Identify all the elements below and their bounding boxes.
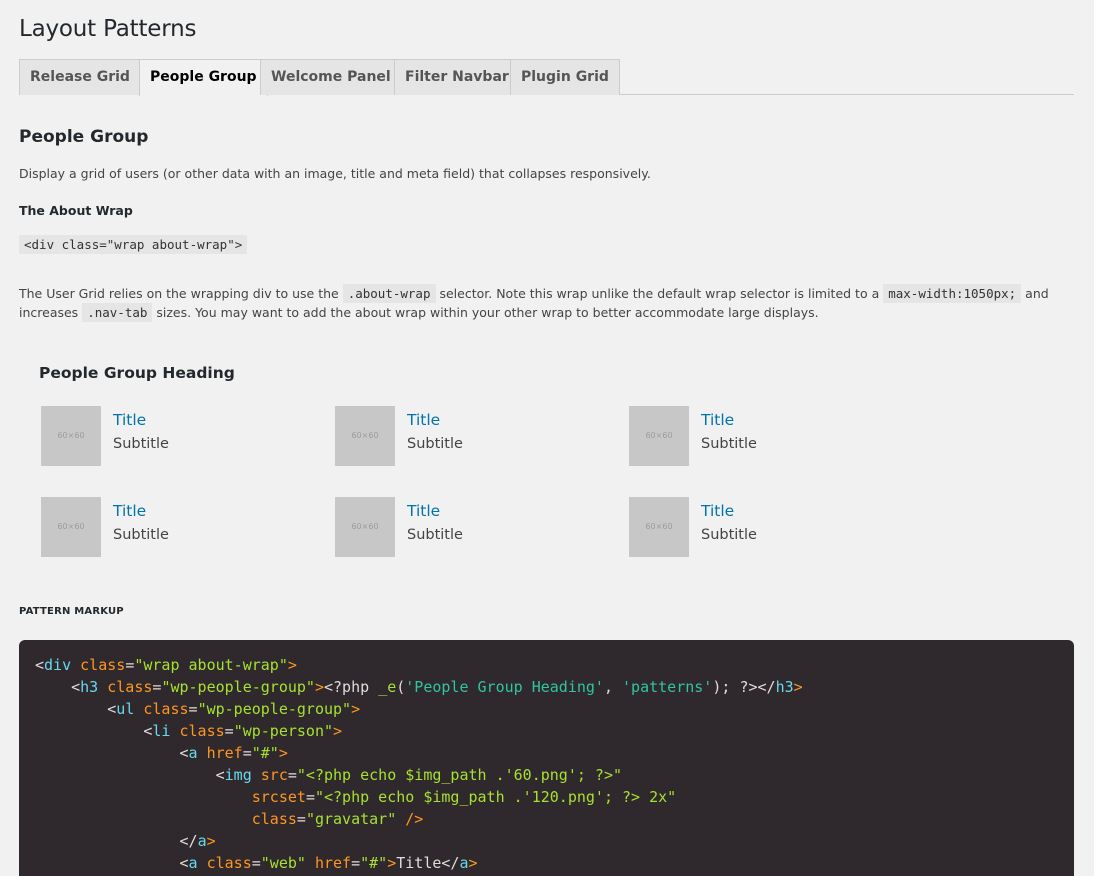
tab-welcome-panel[interactable]: Welcome Panel <box>260 59 402 95</box>
pattern-markup-code-block[interactable]: <div class="wrap about-wrap"> <h3 class=… <box>19 640 1074 876</box>
person-title-link[interactable]: Title <box>407 411 440 429</box>
person-card: 60×60 Title Subtitle <box>627 496 907 558</box>
tab-filter-navbar[interactable]: Filter Navbar <box>394 59 520 95</box>
avatar[interactable]: 60×60 <box>41 497 101 557</box>
person-card: 60×60 Title Subtitle <box>333 496 613 558</box>
person-subtitle: Subtitle <box>407 436 463 452</box>
avatar[interactable]: 60×60 <box>629 406 689 466</box>
person-subtitle: Subtitle <box>113 436 169 452</box>
person-card: 60×60 Title Subtitle <box>627 405 907 467</box>
code-line: <img src="<?php echo $img_path .'60.png'… <box>215 766 623 784</box>
code-line: <a href="#"> <box>179 744 288 762</box>
person-subtitle: Subtitle <box>701 436 757 452</box>
person-title-link[interactable]: Title <box>113 502 146 520</box>
code-line: <li class="wp-person"> <box>143 722 343 740</box>
para-text-3: and <box>1025 286 1049 301</box>
tab-people-group[interactable]: People Group <box>139 59 268 96</box>
person-subtitle: Subtitle <box>407 527 463 543</box>
person-card: 60×60 Title Subtitle <box>39 496 319 558</box>
code-line: srcset="<?php echo $img_path .'120.png';… <box>242 788 677 806</box>
person-title-link[interactable]: Title <box>113 411 146 429</box>
code-line: <a class="web" href="#">Title</a> <box>179 854 478 872</box>
about-wrap-heading: The About Wrap <box>19 203 133 218</box>
about-wrap-code: <div class="wrap about-wrap"> <box>19 235 248 254</box>
para-code-max-width: max-width:1050px; <box>883 284 1022 303</box>
para-text-1: The User Grid relies on the wrapping div… <box>19 286 339 301</box>
person-card: 60×60 Title Subtitle <box>333 405 613 467</box>
about-wrap-code-line: <div class="wrap about-wrap"> <box>19 234 248 254</box>
people-group-heading: People Group Heading <box>39 364 235 382</box>
avatar[interactable]: 60×60 <box>335 497 395 557</box>
person-title-link[interactable]: Title <box>701 411 734 429</box>
tab-release-grid[interactable]: Release Grid <box>19 59 141 95</box>
code-line: </a> <box>179 832 216 850</box>
code-line: <h3 class="wp-people-group"><?php _e('Pe… <box>71 678 803 696</box>
section-title: People Group <box>19 127 149 147</box>
about-wrap-paragraph: The User Grid relies on the wrapping div… <box>19 284 1074 322</box>
tab-bar: Release Grid People Group Welcome Panel … <box>19 59 1074 96</box>
avatar[interactable]: 60×60 <box>335 406 395 466</box>
person-title-link[interactable]: Title <box>701 502 734 520</box>
code-line: class="gravatar" /> <box>242 810 424 828</box>
code-line: <ul class="wp-people-group"> <box>107 700 361 718</box>
pattern-markup-label: PATTERN MARKUP <box>19 606 124 617</box>
tab-plugin-grid[interactable]: Plugin Grid <box>510 59 620 95</box>
person-title-link[interactable]: Title <box>407 502 440 520</box>
section-description: Display a grid of users (or other data w… <box>19 166 651 181</box>
para-code-nav-tab: .nav-tab <box>82 303 153 322</box>
page-title: Layout Patterns <box>19 16 197 42</box>
avatar[interactable]: 60×60 <box>629 497 689 557</box>
para-text-4: increases <box>19 305 79 320</box>
person-card: 60×60 Title Subtitle <box>39 405 319 467</box>
para-text-5: sizes. You may want to add the about wra… <box>156 305 819 320</box>
person-subtitle: Subtitle <box>113 527 169 543</box>
para-text-2: selector. Note this wrap unlike the defa… <box>439 286 880 301</box>
code-line: <div class="wrap about-wrap"> <box>35 656 297 674</box>
person-subtitle: Subtitle <box>701 527 757 543</box>
para-code-about-wrap: .about-wrap <box>342 284 436 303</box>
avatar[interactable]: 60×60 <box>41 406 101 466</box>
